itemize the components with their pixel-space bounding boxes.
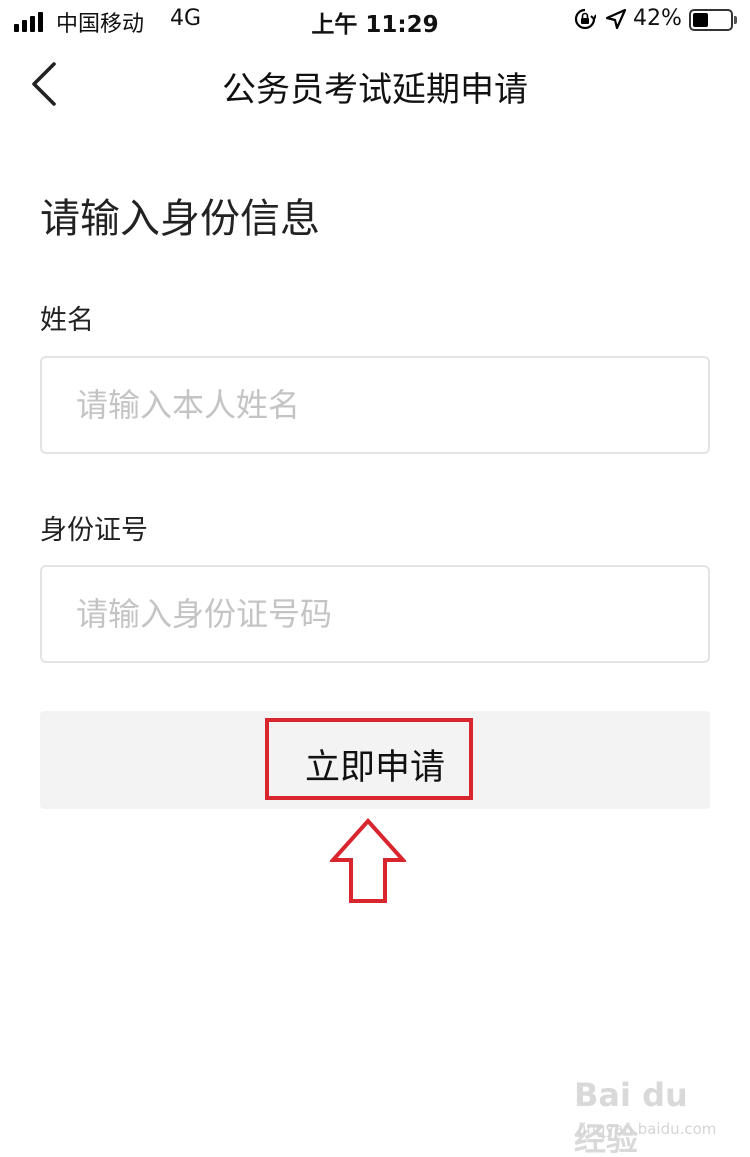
- page-title: 公务员考试延期申请: [222, 70, 528, 110]
- battery-icon: [689, 9, 733, 31]
- status-bar: 中国移动 4G 上午 11:29 42%: [0, 0, 750, 42]
- battery-tip: [734, 16, 737, 24]
- id-number-input[interactable]: [40, 565, 710, 663]
- apply-now-label: 立即申请: [304, 748, 445, 788]
- up-arrow-icon: [330, 818, 406, 903]
- id-number-label: 身份证号: [40, 515, 148, 546]
- name-input[interactable]: [40, 356, 710, 454]
- application-page: 中国移动 4G 上午 11:29 42% 公务员考试延期申请 请输入身份信息 姓…: [0, 0, 750, 1157]
- location-icon: [605, 8, 627, 30]
- watermark: Bai du 经验 jingyan.baidu.com: [574, 1076, 717, 1157]
- form-heading: 请输入身份信息: [40, 196, 320, 242]
- orientation-lock-icon: [574, 8, 596, 30]
- watermark-url: jingyan.baidu.com: [578, 1120, 717, 1138]
- battery-level: [693, 13, 708, 27]
- battery-percent: 42%: [633, 6, 682, 31]
- name-label: 姓名: [40, 305, 94, 336]
- watermark-logo: Bai du 经验: [574, 1076, 688, 1157]
- apply-now-button[interactable]: 立即申请: [40, 711, 710, 809]
